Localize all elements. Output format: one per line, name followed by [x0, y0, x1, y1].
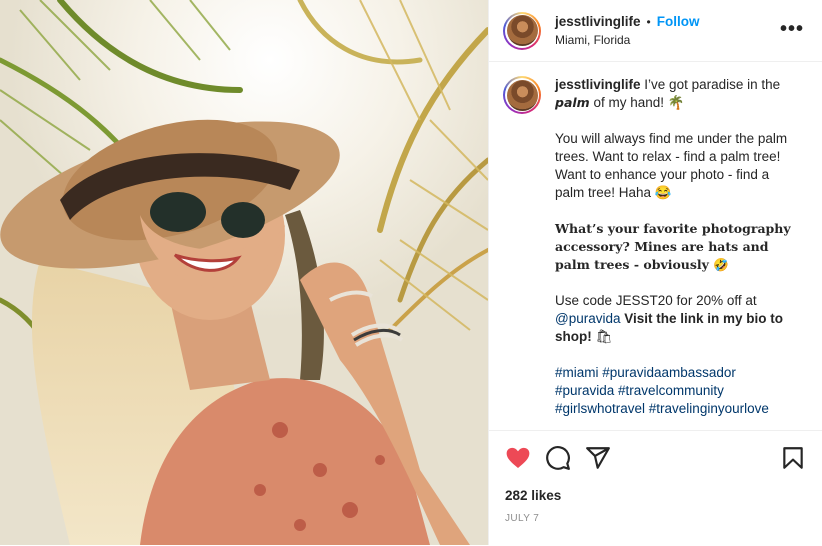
caption-avatar: [506, 79, 538, 111]
caption-avatar-ring[interactable]: [503, 76, 541, 114]
caption-text: of my hand! 🌴: [593, 95, 685, 110]
likes-count[interactable]: 282 likes: [505, 488, 561, 503]
follow-button[interactable]: Follow: [657, 14, 700, 29]
bookmark-icon[interactable]: [780, 445, 806, 471]
post-header: jesstlivinglife • Follow Miami, Florida …: [489, 0, 822, 62]
location-link[interactable]: Miami, Florida: [555, 33, 699, 47]
caption-para-2: You will always find me under the palm t…: [555, 131, 788, 200]
instagram-post: jesstlivinglife • Follow Miami, Florida …: [0, 0, 822, 545]
caption-para-3: What’s your favorite photography accesso…: [555, 221, 791, 272]
send-icon[interactable]: [585, 445, 611, 471]
mention-link[interactable]: @puravida: [555, 311, 621, 326]
username-link[interactable]: jesstlivinglife: [555, 14, 641, 29]
caption-username[interactable]: jesstlivinglife: [555, 77, 641, 92]
action-bar: 282 likes JULY 7: [489, 430, 822, 546]
hashtag-line[interactable]: #puravida #travelcommunity: [555, 383, 724, 398]
caption-emoji: 🛍: [595, 329, 613, 344]
caption-para-1: jesstlivinglife I’ve got paradise in the…: [555, 76, 795, 112]
hashtag-line[interactable]: #miami #puravidaambassador: [555, 365, 736, 380]
comment-icon[interactable]: [545, 445, 571, 471]
more-horizontal-icon[interactable]: •••: [780, 18, 804, 41]
caption-text: Use code JESST20 for 20% off at: [555, 293, 757, 308]
post-photo[interactable]: [0, 0, 488, 545]
caption: jesstlivinglife I’ve got paradise in the…: [503, 76, 810, 418]
avatar: [506, 15, 538, 46]
caption-bold-italic: palm: [555, 95, 590, 110]
post-side-panel: jesstlivinglife • Follow Miami, Florida …: [488, 0, 822, 545]
caption-body: jesstlivinglife I’ve got paradise in the…: [555, 76, 795, 418]
hashtag-line[interactable]: #girlswhotravel #travelinginyourlove: [555, 401, 769, 416]
separator-dot: •: [646, 14, 651, 29]
header-text: jesstlivinglife • Follow Miami, Florida: [555, 14, 699, 47]
caption-hashtags: #miami #puravidaambassador #puravida #tr…: [555, 364, 795, 418]
caption-text: I’ve got paradise in the: [644, 77, 781, 92]
post-date[interactable]: JULY 7: [505, 513, 539, 524]
heart-filled-icon[interactable]: [505, 445, 531, 471]
photo-illustration: [0, 0, 488, 545]
caption-para-4: Use code JESST20 for 20% off at @puravid…: [555, 292, 795, 346]
avatar-story-ring[interactable]: [503, 11, 541, 50]
